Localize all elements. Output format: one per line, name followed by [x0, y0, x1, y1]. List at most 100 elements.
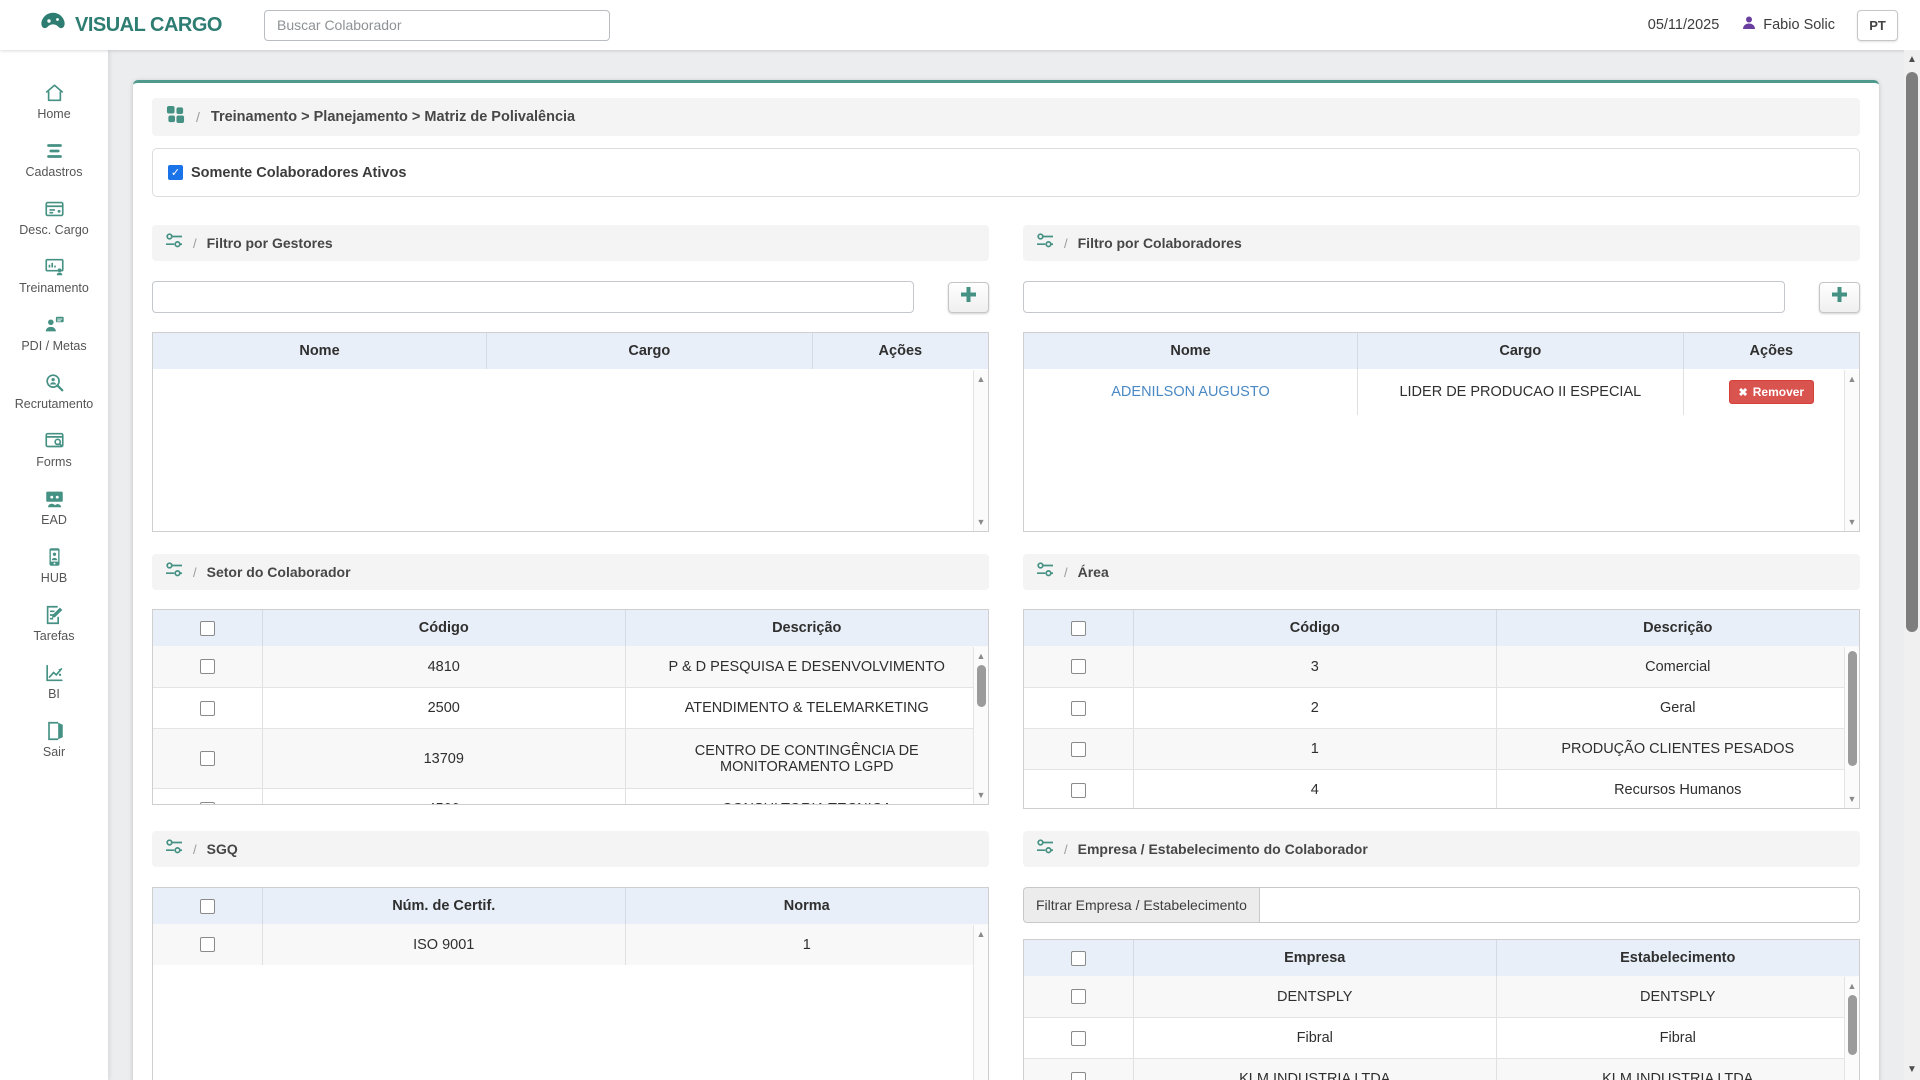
colaboradores-table: Nome Cargo Ações ADENILSON AUGUSTO LIDER…: [1023, 332, 1860, 532]
table-row: 2 Geral: [1024, 687, 1859, 728]
user-menu[interactable]: Fabio Solic: [1741, 15, 1835, 35]
empresa-table-scrollbar[interactable]: ▲ ▼: [1844, 977, 1859, 1080]
colaboradores-table-scrollbar[interactable]: ▲ ▼: [1844, 370, 1859, 531]
row-checkbox[interactable]: [1071, 1031, 1086, 1046]
remove-x-icon: ✖: [1739, 386, 1748, 399]
active-only-checkbox[interactable]: ✓: [168, 165, 183, 180]
table-row: Fibral Fibral: [1024, 1017, 1859, 1058]
row-checkbox[interactable]: [1071, 701, 1086, 716]
colaboradores-add-button[interactable]: [1819, 282, 1860, 313]
visualcargo-logo-icon: [38, 11, 68, 40]
sgq-section: / SGQ Núm. de Certif. Norma ISO 9001 1: [152, 831, 989, 1080]
sidebar-item-sair[interactable]: Sair: [0, 710, 108, 768]
search-input[interactable]: [264, 10, 610, 41]
gestores-table-scrollbar[interactable]: ▲ ▼: [973, 370, 988, 531]
scroll-down-icon[interactable]: ▼: [974, 515, 988, 529]
select-all-checkbox[interactable]: [1071, 951, 1086, 966]
scroll-thumb[interactable]: [1848, 995, 1857, 1055]
empresa-filter-group: Filtrar Empresa / Estabelecimento: [1023, 887, 1860, 923]
table-row: 13709 CENTRO DE CONTINGÊNCIA DE MONITORA…: [153, 728, 988, 788]
modules-puzzle-icon: [166, 105, 185, 129]
setor-table-scrollbar[interactable]: ▲ ▼: [973, 647, 988, 804]
sidebar-item-desc-cargo[interactable]: Desc. Cargo: [0, 188, 108, 246]
setor-table-header: Código Descrição: [153, 610, 988, 646]
row-checkbox[interactable]: [1071, 659, 1086, 674]
chart-icon: [43, 662, 66, 684]
table-row: ISO 9001 1: [153, 924, 988, 965]
gestores-add-button[interactable]: [948, 282, 989, 313]
sidebar-item-tarefas[interactable]: Tarefas: [0, 594, 108, 652]
area-table-header: Código Descrição: [1024, 610, 1859, 646]
row-checkbox[interactable]: [200, 751, 215, 766]
scroll-up-icon[interactable]: ▲: [1904, 52, 1920, 68]
area-section: / Área Código Descrição 3 Comercial: [1023, 554, 1860, 809]
search-person-icon: [43, 372, 66, 394]
content-card: / Treinamento > Planejamento > Matriz de…: [133, 80, 1879, 1080]
row-checkbox[interactable]: [200, 701, 215, 716]
empresa-table: Empresa Estabelecimento DENTSPLY DENTSPL…: [1023, 939, 1860, 1080]
scroll-down-icon[interactable]: ▼: [1845, 515, 1859, 529]
scroll-thumb[interactable]: [977, 665, 986, 707]
sidebar-item-pdi-metas[interactable]: PDI / Metas: [0, 304, 108, 362]
empresa-table-header: Empresa Estabelecimento: [1024, 940, 1859, 976]
sgq-table-header: Núm. de Certif. Norma: [153, 888, 988, 924]
scroll-up-icon[interactable]: ▲: [974, 372, 988, 386]
filter-sliders-icon: [1036, 838, 1054, 860]
scroll-up-icon[interactable]: ▲: [1845, 979, 1859, 993]
main-scrollbar[interactable]: ▲ ▼: [1904, 50, 1920, 1080]
area-table: Código Descrição 3 Comercial 2 Geral: [1023, 609, 1860, 809]
mobile-person-icon: [43, 546, 66, 568]
sgq-table-scrollbar[interactable]: ▲ ▼: [973, 925, 988, 1080]
sgq-table: Núm. de Certif. Norma ISO 9001 1 ▲ ▼: [152, 887, 989, 1080]
logo-text: VISUAL CARGO: [75, 14, 222, 37]
colaborador-name-link[interactable]: ADENILSON AUGUSTO: [1024, 369, 1358, 415]
sidebar-item-forms[interactable]: Forms: [0, 420, 108, 478]
row-checkbox[interactable]: [1071, 1072, 1086, 1080]
gestores-filter-input[interactable]: [152, 281, 914, 313]
row-checkbox[interactable]: [1071, 742, 1086, 757]
table-row: ADENILSON AUGUSTO LIDER DE PRODUCAO II E…: [1024, 369, 1859, 415]
empresa-section: / Empresa / Estabelecimento do Colaborad…: [1023, 831, 1860, 1080]
row-checkbox[interactable]: [1071, 783, 1086, 798]
sidebar-item-ead[interactable]: EAD: [0, 478, 108, 536]
table-row: KLM INDUSTRIA LTDA KLM INDUSTRIA LTDA: [1024, 1058, 1859, 1080]
scroll-up-icon[interactable]: ▲: [974, 927, 988, 941]
setor-section: / Setor do Colaborador Código Descrição …: [152, 554, 989, 809]
home-icon: [43, 82, 66, 104]
setor-table: Código Descrição 4810 P & D PESQUISA E D…: [152, 609, 989, 805]
language-button[interactable]: PT: [1857, 10, 1898, 41]
scroll-down-icon[interactable]: ▼: [1904, 1062, 1920, 1078]
filter-sliders-icon: [1036, 232, 1054, 254]
row-checkbox[interactable]: [200, 937, 215, 952]
empresa-filter-label: Filtrar Empresa / Estabelecimento: [1023, 887, 1259, 923]
plus-icon: [961, 287, 976, 307]
scroll-thumb[interactable]: [1906, 72, 1918, 632]
sidebar-item-cadastros[interactable]: Cadastros: [0, 130, 108, 188]
select-all-checkbox[interactable]: [200, 899, 215, 914]
row-checkbox[interactable]: [200, 802, 215, 806]
sidebar-item-recrutamento[interactable]: Recrutamento: [0, 362, 108, 420]
empresa-filter-input[interactable]: [1259, 887, 1860, 923]
sidebar-item-treinamento[interactable]: Treinamento: [0, 246, 108, 304]
remove-button[interactable]: ✖ Remover: [1729, 380, 1815, 404]
scroll-up-icon[interactable]: ▲: [1845, 372, 1859, 386]
sidebar-item-hub[interactable]: HUB: [0, 536, 108, 594]
scroll-thumb[interactable]: [1848, 651, 1857, 766]
scroll-down-icon[interactable]: ▼: [974, 788, 988, 802]
exit-door-icon: [43, 720, 66, 742]
app-logo[interactable]: VISUAL CARGO: [38, 11, 222, 40]
colaboradores-filter-input[interactable]: [1023, 281, 1785, 313]
select-all-checkbox[interactable]: [1071, 621, 1086, 636]
sidebar-item-home[interactable]: Home: [0, 72, 108, 130]
scroll-up-icon[interactable]: ▲: [974, 649, 988, 663]
row-checkbox[interactable]: [200, 659, 215, 674]
row-checkbox[interactable]: [1071, 989, 1086, 1004]
topbar: VISUAL CARGO 05/11/2025 Fabio Solic PT: [0, 0, 1920, 50]
table-row: 1 PRODUÇÃO CLIENTES PESADOS: [1024, 728, 1859, 769]
page-title: Treinamento > Planejamento > Matriz de P…: [211, 109, 575, 125]
area-table-scrollbar[interactable]: ▼: [1844, 647, 1859, 808]
scroll-down-icon[interactable]: ▼: [1845, 792, 1859, 806]
select-all-checkbox[interactable]: [200, 621, 215, 636]
sidebar-item-bi[interactable]: BI: [0, 652, 108, 710]
classroom-icon: [43, 488, 66, 510]
